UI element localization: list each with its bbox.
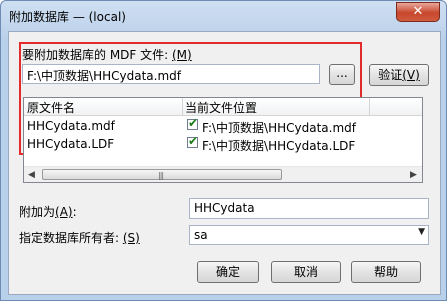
owner-key: (S) bbox=[122, 231, 140, 245]
column-separator[interactable] bbox=[182, 98, 183, 115]
attach-as-colon: : bbox=[72, 205, 77, 219]
verify-label: 验证 bbox=[378, 68, 403, 82]
verify-key: (V) bbox=[402, 68, 420, 82]
column-original-filename[interactable]: 原文件名 bbox=[27, 99, 75, 116]
attach-as-text: 附加为 bbox=[19, 205, 56, 219]
row-checkbox[interactable]: ✔ bbox=[187, 116, 199, 130]
column-current-location[interactable]: 当前文件位置 bbox=[185, 99, 257, 116]
attach-database-window: 附加数据库 — (local) ✕ 要附加数据库的 MDF 文件: (M) F:… bbox=[0, 0, 447, 301]
attach-as-label: 附加为(A): bbox=[19, 203, 77, 220]
horizontal-scrollbar[interactable]: ◀ ||| ▶ bbox=[24, 166, 422, 182]
browse-label: ... bbox=[336, 66, 348, 80]
owner-value: sa bbox=[194, 228, 208, 242]
row-filename: HHCydata.LDF bbox=[27, 137, 115, 151]
check-icon: ✔ bbox=[188, 116, 199, 130]
verify-button[interactable]: 验证(V) bbox=[369, 64, 429, 86]
close-icon: ✕ bbox=[412, 4, 424, 19]
table-row[interactable]: HHCydata.LDF ✔ F:\中顶数据\HHCydata.LDF bbox=[24, 134, 422, 153]
file-list-header: 原文件名 当前文件位置 bbox=[24, 98, 422, 116]
mdf-path-input[interactable]: F:\中顶数据\HHCydata.mdf bbox=[22, 64, 320, 84]
scroll-left-icon[interactable]: ◀ bbox=[28, 170, 35, 180]
mdf-path-value: F:\中顶数据\HHCydata.mdf bbox=[27, 69, 182, 83]
column-separator[interactable] bbox=[369, 98, 370, 115]
close-button[interactable]: ✕ bbox=[396, 2, 440, 22]
window-title: 附加数据库 — (local) bbox=[9, 10, 126, 24]
check-icon: ✔ bbox=[188, 134, 199, 148]
row-filename: HHCydata.mdf bbox=[27, 119, 115, 133]
title-bar: 附加数据库 — (local) ✕ bbox=[1, 1, 446, 31]
mdf-label-text: 要附加数据库的 MDF 文件: bbox=[22, 48, 172, 62]
row-location: F:\中顶数据\HHCydata.LDF bbox=[202, 139, 356, 153]
owner-text: 指定数据库所有者: bbox=[19, 231, 123, 245]
grip-icon: ||| bbox=[158, 171, 164, 180]
row-checkbox[interactable]: ✔ bbox=[187, 134, 199, 148]
scroll-right-icon[interactable]: ▶ bbox=[410, 170, 417, 180]
ok-label: 确定 bbox=[215, 265, 240, 279]
cancel-label: 取消 bbox=[293, 265, 318, 279]
attach-as-value: HHCydata bbox=[194, 201, 255, 215]
help-button[interactable]: 帮助 bbox=[351, 261, 421, 283]
browse-button[interactable]: ... bbox=[329, 64, 355, 85]
ok-button[interactable]: 确定 bbox=[197, 261, 259, 283]
row-location: F:\中顶数据\HHCydata.mdf bbox=[202, 121, 357, 135]
cancel-button[interactable]: 取消 bbox=[271, 261, 341, 283]
mdf-file-label: 要附加数据库的 MDF 文件: (M) bbox=[22, 46, 192, 63]
dialog-client-area: 要附加数据库的 MDF 文件: (M) F:\中顶数据\HHCydata.mdf… bbox=[8, 31, 441, 295]
mdf-label-key: (M) bbox=[171, 48, 192, 62]
attach-as-key: (A) bbox=[55, 205, 73, 219]
table-row[interactable]: HHCydata.mdf ✔ F:\中顶数据\HHCydata.mdf bbox=[24, 116, 422, 135]
owner-label: 指定数据库所有者: (S) bbox=[19, 229, 140, 246]
attach-as-input[interactable]: HHCydata bbox=[189, 198, 429, 219]
chevron-down-icon[interactable]: ▼ bbox=[418, 227, 425, 237]
owner-select[interactable]: sa ▼ bbox=[189, 225, 429, 245]
scroll-thumb[interactable]: ||| bbox=[42, 169, 282, 180]
file-list[interactable]: 原文件名 当前文件位置 HHCydata.mdf ✔ F:\中顶数据\HHCyd… bbox=[23, 97, 423, 183]
help-label: 帮助 bbox=[373, 265, 398, 279]
